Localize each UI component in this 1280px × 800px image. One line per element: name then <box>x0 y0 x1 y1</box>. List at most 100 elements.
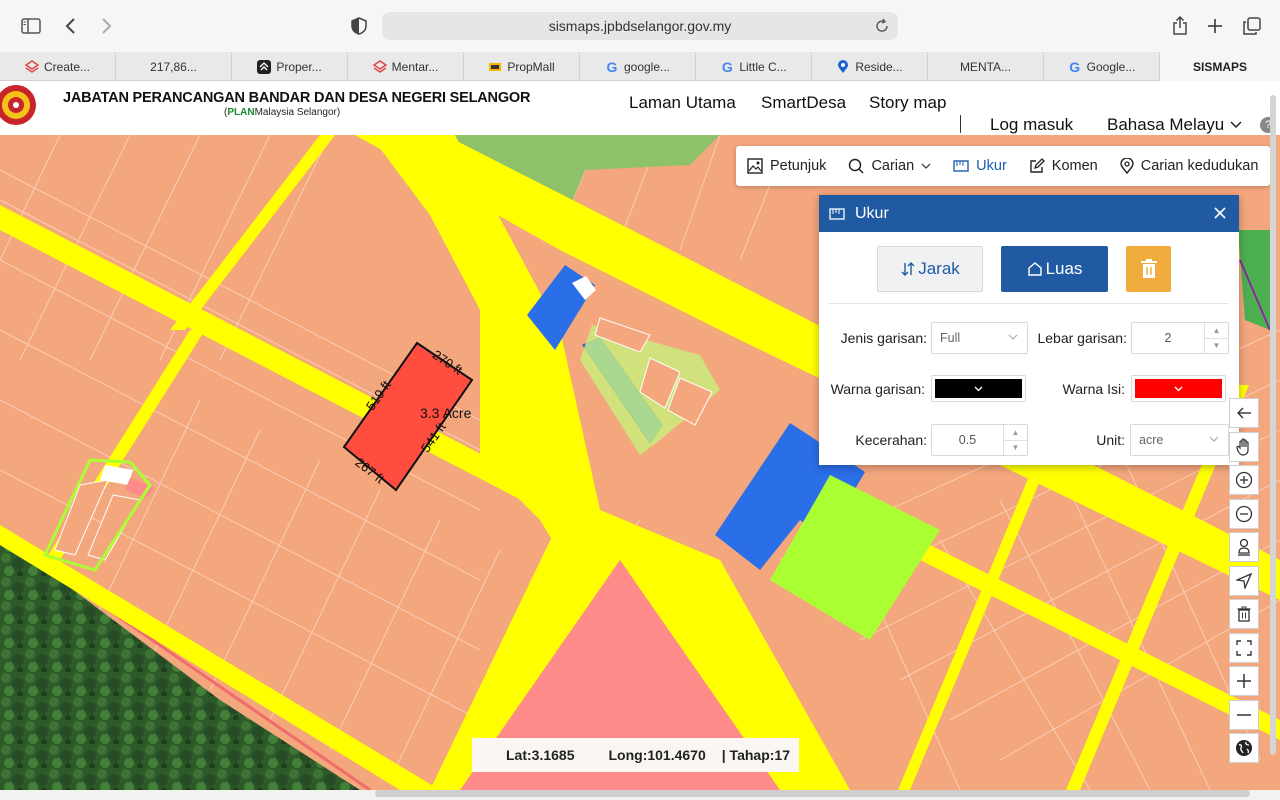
subtitle-plan: PLAN <box>227 107 255 118</box>
new-tab-icon[interactable] <box>1201 12 1229 40</box>
warna-garisan-picker[interactable] <box>931 375 1026 402</box>
layers-icon <box>24 59 39 74</box>
distance-arrows-icon <box>901 262 915 276</box>
trash-icon <box>1140 259 1157 278</box>
step-up-icon[interactable]: ▲ <box>1004 425 1027 441</box>
panel-title: Ukur <box>855 204 889 222</box>
area-label: 3.3 Acre <box>420 405 472 421</box>
privacy-shield-icon[interactable] <box>345 12 373 40</box>
share-icon[interactable] <box>1166 12 1194 40</box>
close-icon[interactable] <box>1211 204 1229 222</box>
google-icon: G <box>721 58 733 75</box>
jarak-button[interactable]: Jarak <box>877 246 983 292</box>
tool-carian[interactable]: Carian <box>837 146 942 186</box>
tool-carian-kedudukan[interactable]: Carian kedudukan <box>1109 146 1270 186</box>
tab-menta[interactable]: MENTA... <box>928 52 1044 81</box>
tab-create[interactable]: Create... <box>0 52 116 81</box>
kecerahan-label: Kecerahan: <box>855 432 927 448</box>
ruler-icon <box>829 207 845 220</box>
plus-button[interactable] <box>1229 666 1259 696</box>
tab-label: SISMAPS <box>1192 59 1247 74</box>
step-down-icon[interactable]: ▼ <box>1205 339 1228 354</box>
login-link[interactable]: Log masuk <box>990 115 1073 135</box>
longitude-text: Long:101.4670 <box>608 747 706 763</box>
tab-mentar[interactable]: Mentar... <box>348 52 464 81</box>
my-location-button[interactable] <box>1229 565 1259 596</box>
location-pin-icon <box>1120 158 1134 174</box>
navigation-arrow-icon <box>1236 572 1252 589</box>
minus-button[interactable] <box>1229 699 1259 730</box>
tool-petunjuk[interactable]: Petunjuk <box>736 146 837 186</box>
ukur-panel: Ukur Jarak Luas Jenis garisan: Full Leba… <box>819 195 1239 465</box>
kecerahan-input[interactable]: 0.5 ▲ ▼ <box>931 424 1028 456</box>
url-text: sismaps.jpbdselangor.gov.my <box>548 18 732 34</box>
tool-ukur[interactable]: Ukur <box>942 146 1018 186</box>
luas-button[interactable]: Luas <box>1001 246 1108 292</box>
step-down-icon[interactable]: ▼ <box>1004 441 1027 456</box>
stepper[interactable]: ▲ ▼ <box>1204 323 1228 353</box>
nav-laman-utama[interactable]: Laman Utama <box>629 93 736 113</box>
tab-217[interactable]: 217,86... <box>116 52 232 81</box>
line-color-swatch <box>935 379 1022 398</box>
language-select[interactable]: Bahasa Melayu <box>1107 115 1242 135</box>
back-icon[interactable] <box>57 12 85 40</box>
unit-select[interactable]: acre <box>1130 424 1229 456</box>
location-pin-icon <box>836 59 850 74</box>
address-bar[interactable]: sismaps.jpbdselangor.gov.my <box>382 12 898 40</box>
unit-label: Unit: <box>1096 432 1125 448</box>
lebar-garisan-input[interactable]: 2 ▲ ▼ <box>1131 322 1229 354</box>
tab-label: Proper... <box>276 59 322 74</box>
sidebar-toggle-icon[interactable] <box>17 12 45 40</box>
jenis-value: Full <box>940 331 961 345</box>
google-icon: G <box>1069 58 1081 75</box>
property-logo-icon <box>257 59 272 74</box>
nav-story-map[interactable]: Story map <box>869 93 946 113</box>
clear-measure-button[interactable] <box>1126 246 1171 292</box>
stepper[interactable]: ▲ ▼ <box>1003 425 1027 455</box>
street-view-button[interactable] <box>1229 532 1259 562</box>
jenis-garisan-select[interactable]: Full <box>931 322 1028 354</box>
nav-smartdesa[interactable]: SmartDesa <box>761 93 846 113</box>
step-up-icon[interactable]: ▲ <box>1205 323 1228 339</box>
tab-propmall[interactable]: PropMall <box>464 52 580 81</box>
warna-isi-picker[interactable] <box>1131 375 1226 402</box>
zoom-out-button[interactable] <box>1229 498 1259 529</box>
legend-image-icon <box>747 158 763 174</box>
tab-label: google... <box>623 59 671 74</box>
clear-map-button[interactable] <box>1229 599 1259 629</box>
tab-sismaps[interactable]: SISMAPS <box>1160 52 1280 81</box>
jarak-label: Jarak <box>918 259 960 278</box>
tab-google-2[interactable]: G Google... <box>1044 52 1160 81</box>
tab-label: Mentar... <box>391 59 439 74</box>
propmall-logo-icon <box>488 60 502 74</box>
tab-reside[interactable]: Reside... <box>812 52 928 81</box>
browser-toolbar: sismaps.jpbdselangor.gov.my <box>0 0 1280 52</box>
pan-button[interactable] <box>1229 431 1259 462</box>
horizontal-scrollbar[interactable] <box>375 790 1250 797</box>
back-arrow-button[interactable] <box>1229 398 1259 428</box>
tab-proper[interactable]: Proper... <box>232 52 348 81</box>
panel-header: Ukur <box>819 195 1239 232</box>
nav-divider <box>960 115 961 133</box>
tool-label: Petunjuk <box>770 158 827 174</box>
tab-google-1[interactable]: G google... <box>580 52 696 81</box>
tab-little[interactable]: G Little C... <box>696 52 812 81</box>
forward-icon[interactable] <box>92 12 120 40</box>
fullscreen-button[interactable] <box>1229 632 1259 663</box>
tab-strip: Create... 217,86... Proper... Mentar... … <box>0 52 1280 81</box>
tab-label: MENTA... <box>959 59 1012 74</box>
tab-overview-icon[interactable] <box>1238 12 1266 40</box>
search-icon <box>849 158 864 174</box>
chevron-down-icon <box>1230 121 1242 129</box>
zoom-in-button[interactable] <box>1229 465 1259 495</box>
person-pin-icon <box>1238 538 1250 556</box>
minus-icon <box>1237 713 1251 716</box>
arrow-left-icon <box>1237 407 1251 419</box>
chevron-down-icon <box>1008 334 1018 340</box>
site-header: JABATAN PERANCANGAN BANDAR DAN DESA NEGE… <box>0 81 1280 135</box>
vertical-scrollbar[interactable] <box>1270 95 1276 755</box>
tool-komen[interactable]: Komen <box>1018 146 1109 186</box>
basemap-button[interactable] <box>1229 733 1259 763</box>
reload-icon[interactable] <box>874 18 890 34</box>
subtitle-rest: Malaysia Selangor) <box>254 107 341 118</box>
